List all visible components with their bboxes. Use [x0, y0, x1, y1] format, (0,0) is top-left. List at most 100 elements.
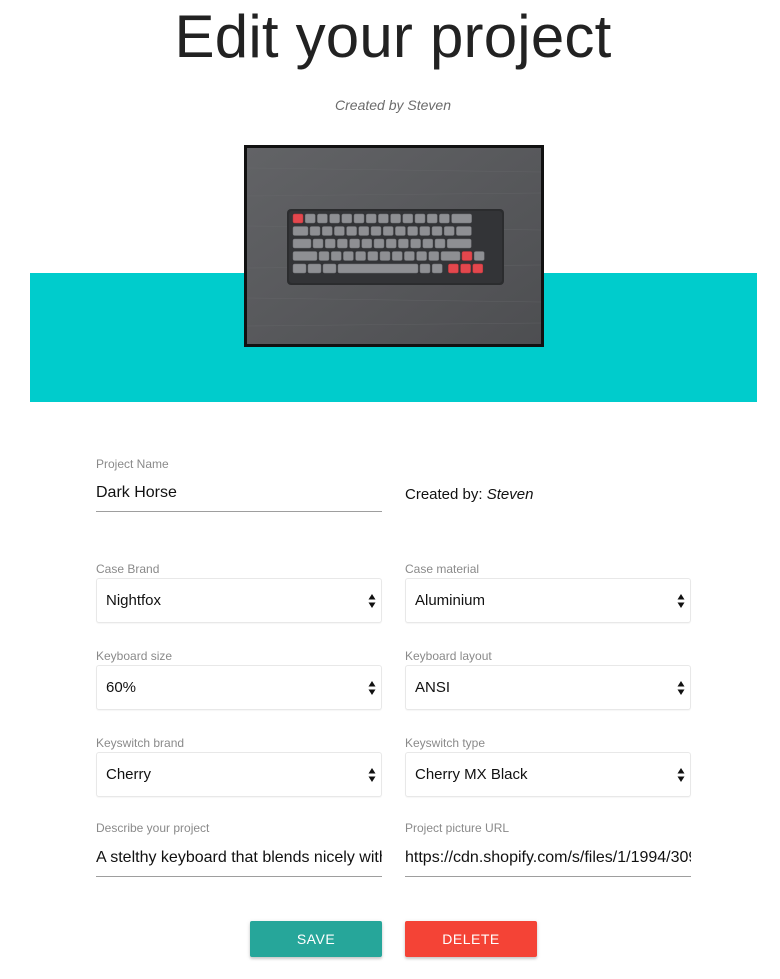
created-by-prefix: Created by:	[405, 486, 487, 503]
grey-keycap	[398, 238, 409, 249]
keyboard-layout-select[interactable]: ANSI	[405, 665, 691, 710]
created-by-text: Created by: Steven	[405, 486, 533, 503]
grey-keycap	[431, 263, 443, 274]
grey-keycap	[343, 251, 354, 261]
grey-keycap	[440, 251, 461, 261]
case-material-value: Aluminium	[415, 592, 486, 609]
grey-keycap	[358, 226, 370, 236]
grey-keycap	[317, 213, 328, 224]
grey-keycap	[419, 226, 431, 236]
grey-keycap	[309, 226, 321, 236]
grey-keycap	[349, 238, 360, 249]
select-arrows-icon	[368, 594, 376, 608]
select-arrows-icon	[677, 594, 685, 608]
grey-keycap	[312, 238, 324, 249]
delete-button[interactable]: DELETE	[405, 921, 537, 957]
grey-keycap	[446, 238, 472, 249]
project-photo	[244, 145, 544, 347]
grey-keycap	[346, 226, 357, 236]
grey-keycap	[390, 213, 401, 224]
grey-keycap	[373, 238, 385, 249]
keyboard-size-label: Keyboard size	[96, 649, 173, 663]
grey-keycap	[370, 226, 382, 236]
grey-keycap	[304, 213, 316, 224]
grey-keycap	[292, 226, 309, 236]
red-keycap	[461, 251, 473, 261]
description-input[interactable]: A stelthy keyboard that blends nicely wi…	[96, 841, 382, 877]
keyboard-layout-value: ANSI	[415, 679, 451, 696]
select-arrows-icon	[368, 681, 376, 695]
created-by-name: Steven	[486, 486, 534, 503]
grey-keycap	[407, 226, 418, 236]
grey-keycap	[416, 251, 427, 261]
picture-url-label: Project picture URL	[405, 821, 510, 835]
grey-keycap	[367, 251, 379, 261]
grey-keycap	[410, 238, 421, 249]
select-arrows-icon	[677, 768, 685, 782]
grey-keycap	[321, 226, 333, 236]
grey-keycap	[379, 251, 391, 261]
grey-keycap	[431, 226, 443, 236]
page-title: Edit your project	[174, 3, 612, 70]
grey-keycap	[382, 226, 394, 236]
keyboard-size-value: 60%	[106, 679, 137, 696]
project-name-input[interactable]: Dark Horse	[96, 476, 382, 512]
keyboard-layout-label: Keyboard layout	[405, 649, 492, 663]
save-button[interactable]: SAVE	[250, 921, 382, 957]
grey-keycap	[334, 226, 345, 236]
red-keycap	[448, 263, 459, 274]
grey-keycap	[292, 238, 312, 249]
keyswitch-type-label: Keyswitch type	[405, 736, 486, 750]
grey-keycap	[324, 238, 336, 249]
grey-keycap	[419, 263, 431, 274]
grey-keycap	[395, 226, 406, 236]
grey-keycap	[292, 251, 318, 261]
grey-keycap	[402, 213, 414, 224]
red-keycap	[292, 213, 304, 224]
grey-keycap	[456, 226, 472, 236]
project-name-label: Project Name	[96, 457, 169, 471]
red-keycap	[460, 263, 471, 274]
grey-keycap	[330, 251, 342, 261]
grey-keycap	[426, 213, 438, 224]
keyboard-size-select[interactable]: 60%	[96, 665, 382, 710]
grey-keycap	[434, 238, 446, 249]
grey-keycap	[329, 213, 340, 224]
case-brand-value: Nightfox	[106, 592, 162, 609]
case-material-select[interactable]: Aluminium	[405, 578, 691, 623]
grey-keycap	[439, 213, 450, 224]
grey-keycap	[292, 263, 307, 274]
grey-keycap	[337, 263, 419, 274]
description-label: Describe your project	[96, 821, 210, 835]
grey-keycap	[404, 251, 415, 261]
grey-keycap	[378, 213, 389, 224]
grey-keycap	[451, 213, 472, 224]
picture-url-input[interactable]: https://cdn.shopify.com/s/files/1/1994/3…	[405, 841, 691, 877]
case-brand-label: Case Brand	[96, 562, 160, 576]
case-brand-select[interactable]: Nightfox	[96, 578, 382, 623]
grey-keycap	[355, 251, 366, 261]
grey-keycap	[307, 263, 322, 274]
grey-keycap	[318, 251, 330, 261]
grey-keycap	[422, 238, 434, 249]
grey-keycap	[337, 238, 348, 249]
keyswitch-brand-label: Keyswitch brand	[96, 736, 185, 750]
grey-keycap	[385, 238, 397, 249]
grey-keycap	[353, 213, 365, 224]
grey-keycap	[361, 238, 373, 249]
keyswitch-brand-select[interactable]: Cherry	[96, 752, 382, 797]
created-by-subtitle: Created by Steven	[335, 97, 451, 113]
case-material-label: Case material	[405, 562, 480, 576]
grey-keycap	[391, 251, 403, 261]
grey-keycap	[365, 213, 377, 224]
grey-keycap	[473, 251, 485, 261]
select-arrows-icon	[677, 681, 685, 695]
grey-keycap	[322, 263, 337, 274]
keyswitch-type-select[interactable]: Cherry MX Black	[405, 752, 691, 797]
grey-keycap	[443, 226, 455, 236]
red-keycap	[472, 263, 484, 274]
keyswitch-type-value: Cherry MX Black	[415, 766, 528, 783]
grey-keycap	[414, 213, 426, 224]
select-arrows-icon	[368, 768, 376, 782]
keyswitch-brand-value: Cherry	[106, 766, 152, 783]
